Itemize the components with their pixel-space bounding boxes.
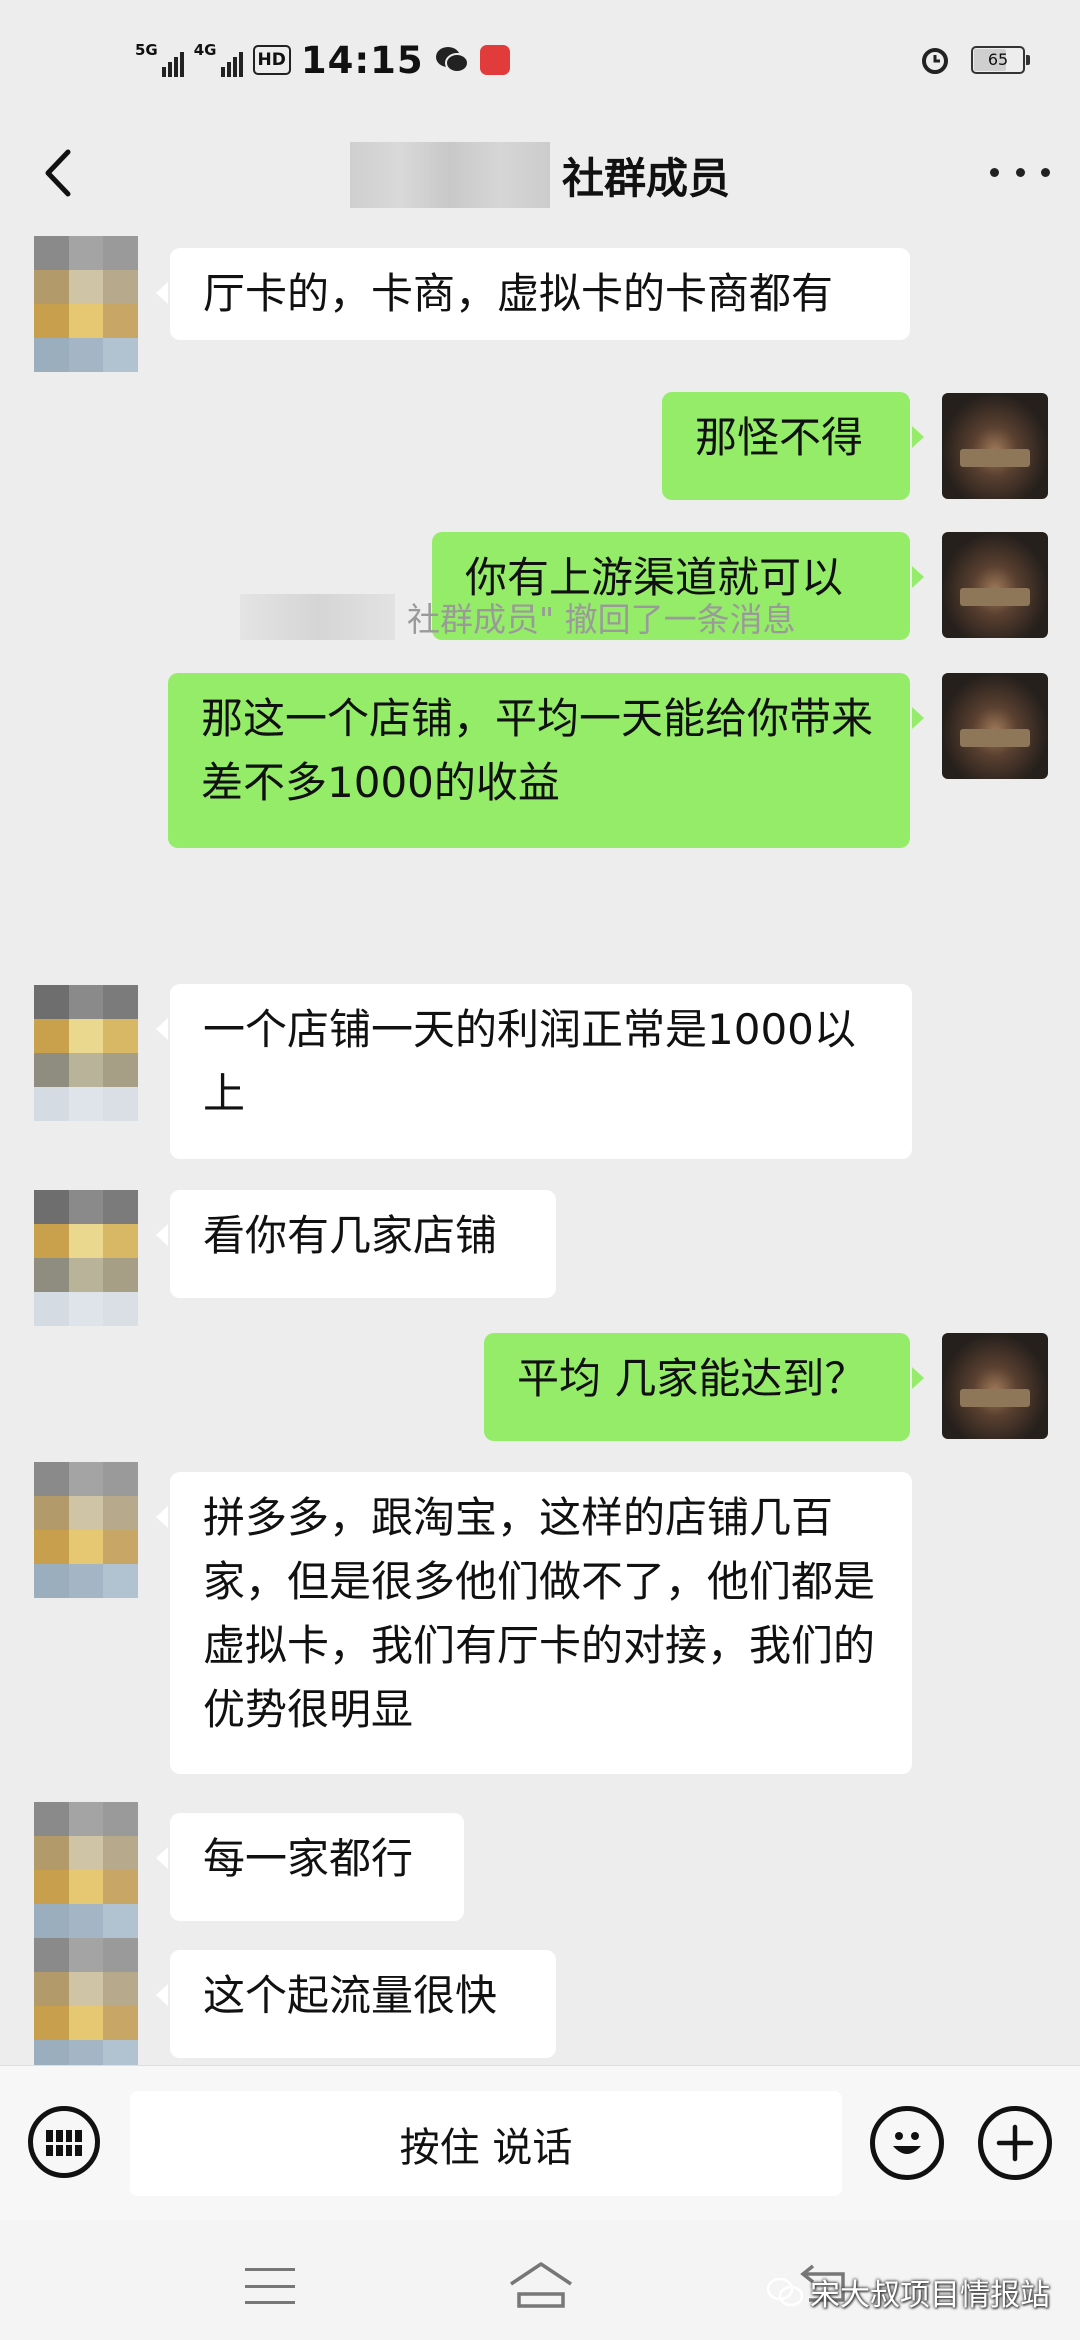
wechat-icon	[435, 47, 469, 73]
emoji-icon[interactable]	[870, 2106, 944, 2180]
signal-4g-icon: 4G	[194, 43, 243, 77]
avatar[interactable]	[34, 1802, 138, 1938]
message-list[interactable]: 厅卡的，卡商，虚拟卡的卡商都有 那怪不得 你有上游渠道就可以 那这一个店铺，平均…	[0, 230, 1080, 2074]
avatar[interactable]	[34, 985, 138, 1121]
keyboard-icon[interactable]	[28, 2106, 100, 2178]
blurred-name	[349, 142, 550, 208]
watermark: 宋大叔项目情报站	[766, 2270, 1050, 2314]
more-icon[interactable]	[990, 150, 1050, 194]
message-bubble[interactable]: 一个店铺一天的利润正常是1000以上	[156, 984, 912, 1159]
plus-icon[interactable]	[978, 2106, 1052, 2180]
chat-title: 社群成员	[561, 153, 730, 203]
message-bubble[interactable]: 拼多多，跟淘宝，这样的店铺几百家，但是很多他们做不了，他们都是虚拟卡，我们有厅卡…	[156, 1472, 912, 1774]
system-nav-bar: 宋大叔项目情报站	[0, 2220, 1080, 2340]
home-icon[interactable]	[505, 2258, 577, 2310]
message-bubble[interactable]: 那这一个店铺，平均一天能给你带来差不多1000的收益	[168, 673, 924, 848]
wechat-logo-icon	[766, 2277, 804, 2307]
recall-notice: 社群成员" 撤回了一条消息	[240, 592, 796, 642]
status-bar: 5G 4G HD 14:15 65	[0, 0, 1080, 120]
avatar[interactable]	[942, 532, 1048, 638]
avatar[interactable]	[34, 1938, 138, 2074]
avatar[interactable]	[942, 673, 1048, 779]
menu-icon[interactable]	[245, 2268, 295, 2304]
avatar[interactable]	[34, 1462, 138, 1598]
hd-badge: HD	[252, 45, 291, 75]
chat-header: 社群成员	[0, 120, 1080, 230]
signal-5g-icon: 5G	[135, 43, 184, 77]
avatar[interactable]	[34, 236, 138, 372]
input-bar: 按住 说话	[0, 2065, 1080, 2221]
alarm-icon	[922, 48, 948, 74]
avatar[interactable]	[34, 1190, 138, 1326]
battery-indicator: 65	[971, 46, 1030, 74]
message-bubble[interactable]: 平均 几家能达到？	[484, 1333, 924, 1441]
app-notification-icon	[479, 45, 510, 75]
avatar[interactable]	[942, 393, 1048, 499]
message-bubble[interactable]: 看你有几家店铺	[156, 1190, 556, 1298]
hold-to-talk-button[interactable]: 按住 说话	[130, 2091, 842, 2196]
blurred-name	[240, 594, 395, 640]
message-bubble[interactable]: 每一家都行	[156, 1813, 464, 1921]
message-bubble[interactable]: 这个起流量很快	[156, 1950, 556, 2058]
status-time: 14:15	[300, 38, 424, 82]
message-bubble[interactable]: 厅卡的，卡商，虚拟卡的卡商都有	[156, 248, 910, 340]
avatar[interactable]	[942, 1333, 1048, 1439]
message-bubble[interactable]: 那怪不得	[662, 392, 924, 500]
